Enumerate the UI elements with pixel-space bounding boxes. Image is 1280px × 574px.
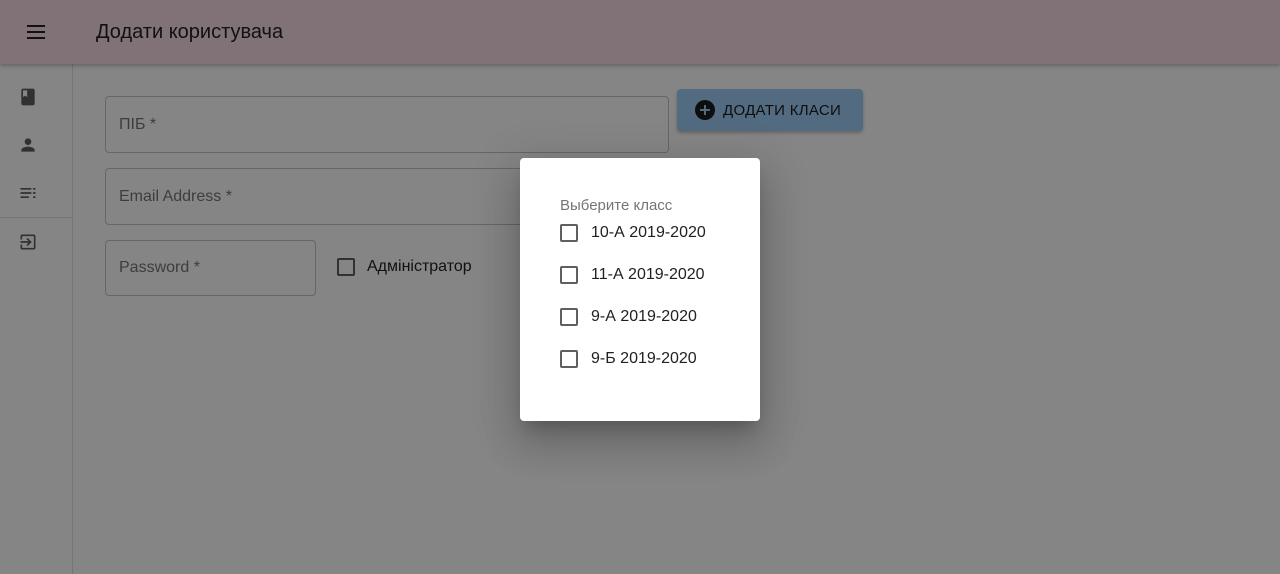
class-option-label: 9-Б 2019-2020 — [591, 350, 697, 367]
checkbox-icon — [560, 224, 578, 242]
class-option[interactable]: 10-А 2019-2020 — [560, 224, 706, 242]
checkbox-icon — [560, 350, 578, 368]
class-option[interactable]: 11-А 2019-2020 — [560, 266, 705, 284]
checkbox-icon — [560, 308, 578, 326]
dialog-label: Выберите класс — [560, 197, 673, 214]
select-class-dialog: Выберите класс 10-А 2019-2020 11-А 2019-… — [520, 158, 760, 421]
checkbox-icon — [560, 266, 578, 284]
class-option[interactable]: 9-А 2019-2020 — [560, 308, 697, 326]
class-option-label: 11-А 2019-2020 — [591, 266, 705, 283]
class-option-label: 9-А 2019-2020 — [591, 308, 697, 325]
class-option[interactable]: 9-Б 2019-2020 — [560, 350, 697, 368]
class-option-label: 10-А 2019-2020 — [591, 224, 706, 241]
